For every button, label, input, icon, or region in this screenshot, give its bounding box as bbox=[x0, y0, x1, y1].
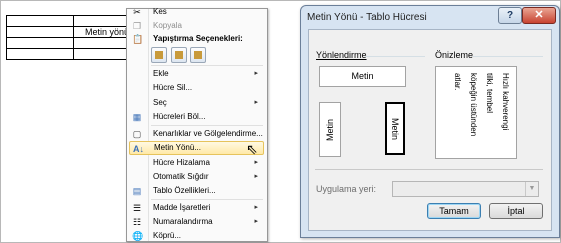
table-properties-icon: ▤ bbox=[132, 186, 142, 196]
split-cells-icon: ▦ bbox=[132, 112, 142, 122]
menu-item-table-properties[interactable]: ▤ Tablo Özellikleri... bbox=[129, 184, 264, 198]
numbering-icon: ☷ bbox=[132, 217, 142, 227]
paste-text-only-icon[interactable] bbox=[190, 47, 207, 63]
table-cell[interactable] bbox=[73, 15, 132, 27]
menu-separator bbox=[151, 199, 263, 200]
preview-line: köpeğin üstünden bbox=[469, 73, 478, 137]
orientation-option-text: Metin bbox=[351, 71, 374, 81]
orientation-vertical-down-option[interactable]: Metin bbox=[385, 102, 405, 155]
menu-item-label: Kenarlıklar ve Gölgelendirme... bbox=[153, 129, 263, 138]
table-cell[interactable] bbox=[73, 37, 132, 49]
menu-item-label: Metin Yönü... bbox=[154, 143, 201, 152]
paste-options-group bbox=[151, 47, 207, 65]
group-divider bbox=[365, 56, 425, 57]
menu-item-label: Tablo Özellikleri... bbox=[153, 186, 216, 195]
submenu-arrow-icon: ▸ bbox=[254, 99, 258, 106]
close-button[interactable]: ✕ bbox=[522, 7, 556, 24]
clipboard-icon: 📋 bbox=[132, 34, 144, 44]
preview-line: atlar. bbox=[453, 73, 462, 91]
preview-line: tilki, tembel bbox=[485, 73, 494, 114]
table-cell[interactable] bbox=[6, 15, 74, 27]
menu-item-label: Hücre Hizalama bbox=[153, 158, 210, 167]
menu-item-label: Ekle bbox=[153, 69, 169, 78]
submenu-arrow-icon: ▸ bbox=[254, 159, 258, 166]
menu-item-split-cells[interactable]: ▦ Hücreleri Böl... bbox=[129, 110, 264, 124]
menu-item-label: Hücreleri Böl... bbox=[153, 112, 206, 121]
preview-group-label: Önizleme bbox=[435, 50, 474, 60]
menu-item-label: Seç bbox=[153, 98, 167, 107]
context-menu: ✂ Kes ❐ Kopyala 📋 Yapıştırma Seçenekleri… bbox=[126, 5, 268, 243]
menu-item-cell-alignment[interactable]: Hücre Hizalama ▸ bbox=[129, 156, 264, 170]
menu-item-label: Hücre Sil... bbox=[153, 83, 193, 92]
submenu-arrow-icon: ▸ bbox=[254, 70, 258, 77]
menu-item-autofit[interactable]: Otomatik Sığdır ▸ bbox=[129, 170, 264, 184]
orientation-option-text: Metin bbox=[325, 118, 335, 141]
copy-icon: ❐ bbox=[132, 21, 142, 31]
menu-item-label: Kopyala bbox=[153, 21, 182, 30]
chevron-down-icon: ▼ bbox=[525, 182, 538, 196]
submenu-arrow-icon: ▸ bbox=[254, 173, 258, 180]
ok-button[interactable]: Tamam bbox=[427, 203, 481, 219]
help-button[interactable]: ? bbox=[498, 7, 522, 24]
menu-separator bbox=[151, 65, 263, 66]
group-divider bbox=[473, 56, 543, 57]
orientation-group-label: Yönlendirme bbox=[316, 50, 367, 60]
table-cell[interactable] bbox=[6, 26, 74, 38]
menu-item-text-direction[interactable]: A↓ Metin Yönü... bbox=[129, 141, 264, 155]
hyperlink-icon: 🌐 bbox=[132, 231, 144, 241]
apply-to-dropdown[interactable]: ▼ bbox=[392, 181, 539, 197]
menu-item-bullets[interactable]: ☰ Madde İşaretleri ▸ bbox=[129, 201, 264, 215]
text-direction-icon: A↓ bbox=[133, 144, 144, 154]
table-cell[interactable] bbox=[6, 48, 74, 60]
word-table: Metin yönü bbox=[6, 15, 132, 60]
cancel-button[interactable]: İptal bbox=[489, 203, 543, 219]
menu-item-hyperlink[interactable]: 🌐 Köprü... bbox=[129, 229, 264, 243]
preview-box: Hızlı kahverengi tilki, tembel köpeğin ü… bbox=[435, 66, 517, 159]
menu-item-label: Kes bbox=[153, 7, 167, 16]
text-direction-dialog: Metin Yönü - Tablo Hücresi ? ✕ Yönlendir… bbox=[300, 5, 560, 238]
dialog-title: Metin Yönü - Tablo Hücresi bbox=[307, 12, 427, 23]
submenu-arrow-icon: ▸ bbox=[254, 218, 258, 225]
menu-item-numbering[interactable]: ☷ Numaralandırma ▸ bbox=[129, 215, 264, 229]
menu-item-borders-shading[interactable]: ▢ Kenarlıklar ve Gölgelendirme... bbox=[129, 127, 264, 141]
menu-item-label: Madde İşaretleri bbox=[153, 203, 211, 212]
table-cell[interactable] bbox=[73, 48, 132, 60]
menu-item-copy[interactable]: ❐ Kopyala bbox=[129, 19, 264, 33]
submenu-arrow-icon: ▸ bbox=[254, 204, 258, 211]
mouse-cursor-icon: ⇖ bbox=[246, 141, 258, 157]
menu-item-label: Yapıştırma Seçenekleri: bbox=[153, 34, 243, 43]
borders-icon: ▢ bbox=[132, 129, 142, 139]
orientation-option-text: Metin bbox=[390, 117, 400, 140]
menu-item-insert[interactable]: Ekle ▸ bbox=[129, 67, 264, 81]
menu-item-select[interactable]: Seç ▸ bbox=[129, 96, 264, 110]
preview-line: Hızlı kahverengi bbox=[501, 73, 510, 131]
dialog-separator bbox=[315, 169, 543, 170]
menu-item-paste-options: 📋 Yapıştırma Seçenekleri: bbox=[129, 32, 264, 46]
menu-item-delete-cells[interactable]: Hücre Sil... bbox=[129, 81, 264, 95]
table-cell[interactable] bbox=[6, 37, 74, 49]
menu-separator bbox=[151, 125, 263, 126]
paste-keep-formatting-icon[interactable] bbox=[151, 47, 167, 63]
table-cell-selected[interactable]: Metin yönü bbox=[73, 26, 132, 38]
menu-item-cut[interactable]: ✂ Kes bbox=[129, 5, 264, 19]
dialog-body: Yönlendirme Önizleme Metin Metin Metin H… bbox=[308, 29, 552, 231]
apply-to-label: Uygulama yeri: bbox=[316, 184, 377, 194]
orientation-horizontal-option[interactable]: Metin bbox=[319, 66, 406, 87]
orientation-vertical-up-option[interactable]: Metin bbox=[319, 102, 341, 157]
menu-item-label: Otomatik Sığdır bbox=[153, 172, 209, 181]
bullets-icon: ☰ bbox=[132, 203, 142, 213]
menu-item-label: Köprü... bbox=[153, 231, 182, 240]
scissors-icon: ✂ bbox=[133, 7, 141, 17]
menu-item-label: Numaralandırma bbox=[153, 217, 213, 226]
paste-merge-formatting-icon[interactable] bbox=[170, 47, 187, 63]
